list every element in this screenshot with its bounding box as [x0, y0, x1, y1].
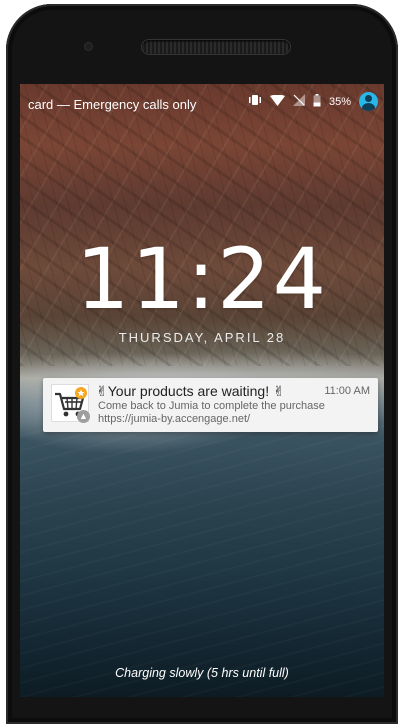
user-avatar-icon[interactable] — [359, 92, 378, 111]
vibrate-icon — [248, 94, 262, 109]
lock-clock: 11:24 — [75, 230, 329, 328]
notification-url: https://jumia-by.accengage.net/ — [98, 413, 251, 425]
notification-app-icon: ▲ — [51, 384, 90, 423]
notification-time: 11:00 AM — [324, 385, 370, 397]
front-camera — [84, 42, 93, 51]
status-bar[interactable]: card — Emergency calls only 35% — [20, 84, 384, 122]
lock-screen[interactable]: card — Emergency calls only 35% 11:24 TH… — [20, 84, 384, 697]
wifi-icon — [269, 94, 285, 109]
battery-icon — [313, 93, 321, 110]
lock-date: THURSDAY, APRIL 28 — [118, 330, 286, 345]
no-signal-icon — [292, 94, 305, 109]
notification-body: Come back to Jumia to complete the purch… — [98, 400, 325, 412]
battery-percent: 35% — [328, 95, 351, 108]
notification-card[interactable]: ▲ ✌Your products are waiting! ✌ 11:00 AM… — [43, 378, 378, 432]
app-badge-icon: ▲ — [77, 410, 90, 423]
status-icons: 35% — [248, 92, 378, 111]
charging-status: Charging slowly (5 hrs until full) — [115, 666, 289, 680]
carrier-text: card — Emergency calls only — [28, 97, 197, 112]
earpiece-speaker — [142, 40, 290, 54]
notification-title: ✌Your products are waiting! ✌ — [96, 383, 285, 399]
